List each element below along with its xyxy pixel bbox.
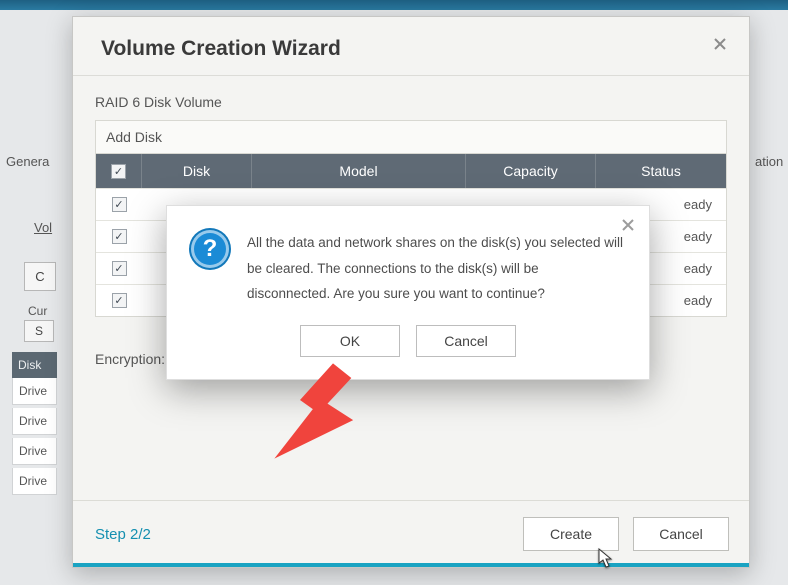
- col-capacity: Capacity: [466, 154, 596, 188]
- wizard-header: Volume Creation Wizard: [73, 17, 749, 76]
- accent-bar: [73, 563, 749, 567]
- bg-table-row[interactable]: Drive: [12, 468, 57, 495]
- question-icon: ?: [191, 230, 229, 268]
- cancel-button[interactable]: Cancel: [633, 517, 729, 551]
- cancel-button[interactable]: Cancel: [416, 325, 516, 357]
- bg-button-c[interactable]: C: [24, 262, 56, 291]
- wizard-title: Volume Creation Wizard: [101, 37, 721, 61]
- add-disk-header[interactable]: Add Disk: [96, 121, 726, 154]
- select-all-cell[interactable]: [96, 154, 142, 188]
- confirm-dialog: ? All the data and network shares on the…: [166, 205, 650, 380]
- bg-text-genera: Genera: [6, 154, 49, 169]
- row-checkbox[interactable]: [112, 197, 127, 212]
- col-disk: Disk: [142, 154, 252, 188]
- bg-text-ation: ation: [755, 154, 783, 169]
- wizard-footer: Step 2/2 Create Cancel: [73, 500, 749, 567]
- confirm-message: All the data and network shares on the d…: [247, 230, 625, 307]
- row-checkbox[interactable]: [112, 261, 127, 276]
- bg-button-s[interactable]: S: [24, 320, 54, 342]
- col-status: Status: [596, 154, 726, 188]
- table-header-row: Disk Model Capacity Status: [96, 154, 726, 188]
- volume-type-label: RAID 6 Disk Volume: [95, 94, 727, 110]
- create-button[interactable]: Create: [523, 517, 619, 551]
- bg-text-curr: Cur: [28, 304, 47, 318]
- close-icon[interactable]: [711, 35, 729, 53]
- bg-table-row[interactable]: Drive: [12, 408, 57, 435]
- col-model: Model: [252, 154, 466, 188]
- ok-button[interactable]: OK: [300, 325, 400, 357]
- window-titlebar-strip: [0, 0, 788, 10]
- mouse-cursor-icon: [598, 548, 614, 568]
- bg-table-row[interactable]: Drive: [12, 378, 57, 405]
- bg-table-row[interactable]: Drive: [12, 438, 57, 465]
- close-icon[interactable]: [621, 218, 635, 237]
- step-indicator: Step 2/2: [95, 526, 151, 543]
- row-checkbox[interactable]: [112, 229, 127, 244]
- bg-tab-vol[interactable]: Vol: [34, 220, 52, 235]
- row-checkbox[interactable]: [112, 293, 127, 308]
- select-all-checkbox[interactable]: [111, 164, 126, 179]
- bg-table-header: Disk: [12, 352, 57, 378]
